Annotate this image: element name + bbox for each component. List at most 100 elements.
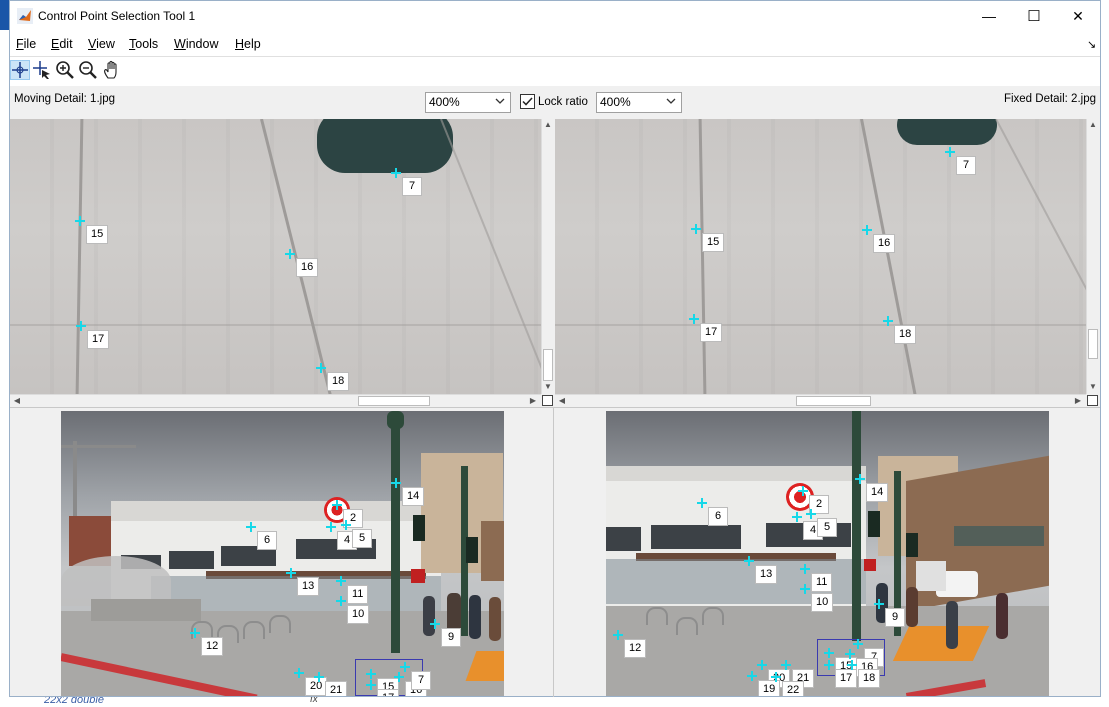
control-point-label: 7	[411, 671, 431, 690]
control-point-label: 11	[811, 573, 833, 592]
title-bar[interactable]: Control Point Selection Tool 1 — ☐ ✕	[10, 1, 1100, 32]
select-point-icon[interactable]	[32, 60, 52, 80]
control-point-label: 22	[782, 681, 805, 696]
desktop-bottom-strip: 22x2 double fx	[0, 694, 1109, 707]
scroll-up-icon[interactable]: ▲	[543, 120, 553, 129]
car-shape	[317, 119, 453, 173]
dock-icon[interactable]: ↘	[1087, 38, 1096, 51]
orange-mat	[892, 626, 990, 661]
control-point-label: 19	[758, 680, 781, 696]
pan-hand-icon[interactable]	[102, 60, 122, 80]
menu-tools[interactable]: Tools	[129, 37, 158, 51]
scroll-thumb[interactable]	[1088, 329, 1098, 359]
control-point-label: 10	[811, 593, 834, 612]
minimize-button[interactable]: —	[966, 1, 1012, 32]
menu-edit[interactable]: Edit	[51, 37, 73, 51]
pedestrian-signal	[864, 559, 876, 571]
detail-resize-handle[interactable]	[1087, 395, 1098, 406]
fixed-zoom-value: 400%	[600, 95, 631, 109]
moving-zoom-value: 400%	[429, 95, 460, 109]
menu-view-mnemonic: V	[88, 37, 97, 51]
moving-zoom-select[interactable]: 400%	[425, 92, 511, 113]
control-point-label: 7	[402, 177, 422, 196]
pane-divider	[553, 407, 554, 697]
menu-help-mnemonic: H	[235, 37, 245, 51]
control-point-label: 6	[708, 507, 728, 526]
control-point-label: 17	[87, 330, 110, 349]
menu-tools-label: ools	[135, 37, 159, 51]
control-point-label: 9	[441, 628, 461, 647]
control-point-label: 18	[858, 669, 881, 688]
menu-help-label: elp	[244, 37, 261, 51]
desktop-right-strip	[1101, 0, 1109, 707]
person-shape	[906, 587, 918, 627]
scroll-right-icon[interactable]: ▶	[528, 396, 538, 405]
menu-file-mnemonic: F	[16, 37, 24, 51]
control-point-label: 5	[817, 518, 837, 537]
scroll-down-icon[interactable]: ▼	[1088, 382, 1098, 391]
person-shape	[946, 601, 958, 649]
menu-file-label: ile	[23, 37, 37, 51]
control-point-label: 16	[873, 234, 896, 253]
matlab-icon	[17, 8, 33, 24]
menu-bar: File Edit View Tools Window Help ↘	[10, 32, 1100, 56]
scroll-left-icon[interactable]: ◀	[557, 396, 567, 405]
scroll-right-icon[interactable]: ▶	[1073, 396, 1083, 405]
menu-edit-label: dit	[59, 37, 73, 51]
control-point-label: 12	[624, 639, 647, 658]
scroll-down-icon[interactable]: ▼	[543, 382, 553, 391]
moving-detail-vscroll[interactable]: ▲ ▼	[541, 119, 554, 394]
scroll-left-icon[interactable]: ◀	[12, 396, 22, 405]
traffic-light-shape	[466, 537, 478, 563]
moving-detail-hscroll[interactable]: ◀ ▶	[10, 394, 541, 407]
moving-overview-image[interactable]: 14 2 6 4 5 13 11 10 9 12 20 21 15 16 17 …	[61, 411, 504, 696]
fixed-detail-vscroll[interactable]: ▲ ▼	[1086, 119, 1099, 394]
menu-window-mnemonic: W	[174, 37, 186, 51]
control-point-label: 17	[700, 323, 723, 342]
lock-ratio-label[interactable]: Lock ratio	[538, 96, 588, 108]
fixed-detail-image[interactable]: 7 15 16 17 18	[555, 119, 1086, 394]
moving-detail-label: Moving Detail: 1.jpg	[14, 93, 115, 105]
crane-arm	[61, 445, 136, 448]
maximize-button[interactable]: ☐	[1011, 1, 1057, 32]
fixed-overview-image[interactable]: 14 2 6 4 5 13 11 10 9 12 7 15 16 17 18 2…	[606, 411, 1049, 696]
scroll-thumb[interactable]	[796, 396, 871, 406]
scroll-thumb[interactable]	[543, 349, 553, 381]
chevron-down-icon	[495, 93, 505, 112]
fixed-detail-label: Fixed Detail: 2.jpg	[1003, 93, 1096, 105]
control-point-label: 18	[327, 372, 350, 391]
control-point-label: 12	[201, 637, 224, 656]
detail-resize-handle[interactable]	[542, 395, 553, 406]
menu-window[interactable]: Window	[174, 37, 218, 51]
person-shape	[469, 595, 481, 639]
control-point-label: 21	[325, 681, 348, 696]
menu-view-label: iew	[96, 37, 115, 51]
control-point-label: 13	[755, 565, 778, 584]
control-point-label: 17	[835, 669, 858, 688]
zoom-controls-row: Moving Detail: 1.jpg 400% Lock ratio 400…	[10, 86, 1100, 118]
control-point-label: 11	[347, 585, 369, 604]
zoom-out-icon[interactable]	[78, 60, 98, 80]
menu-view[interactable]: View	[88, 37, 115, 51]
control-point-label: 14	[402, 487, 425, 506]
control-point-label: 16	[296, 258, 319, 277]
control-point-label: 9	[885, 608, 905, 627]
zoom-in-icon[interactable]	[55, 60, 75, 80]
fixed-detail-hscroll[interactable]: ◀ ▶	[555, 394, 1086, 407]
cpselect-window: Control Point Selection Tool 1 — ☐ ✕ Fil…	[9, 0, 1101, 697]
fixed-zoom-select[interactable]: 400%	[596, 92, 682, 113]
menu-window-label: indow	[185, 37, 219, 51]
traffic-light-shape	[868, 511, 880, 537]
control-point-label: 14	[866, 483, 889, 502]
lock-ratio-checkbox[interactable]	[520, 94, 535, 109]
scroll-up-icon[interactable]: ▲	[1088, 120, 1098, 129]
menu-help[interactable]: Help	[235, 37, 261, 51]
control-point-label: 6	[257, 531, 277, 550]
close-button[interactable]: ✕	[1055, 1, 1101, 32]
scroll-thumb[interactable]	[358, 396, 430, 406]
add-point-icon[interactable]	[10, 60, 30, 80]
control-point-label: 5	[352, 529, 372, 548]
person-shape	[996, 593, 1008, 639]
moving-detail-image[interactable]: 7 15 16 17 18	[10, 119, 543, 394]
menu-file[interactable]: File	[16, 37, 36, 51]
